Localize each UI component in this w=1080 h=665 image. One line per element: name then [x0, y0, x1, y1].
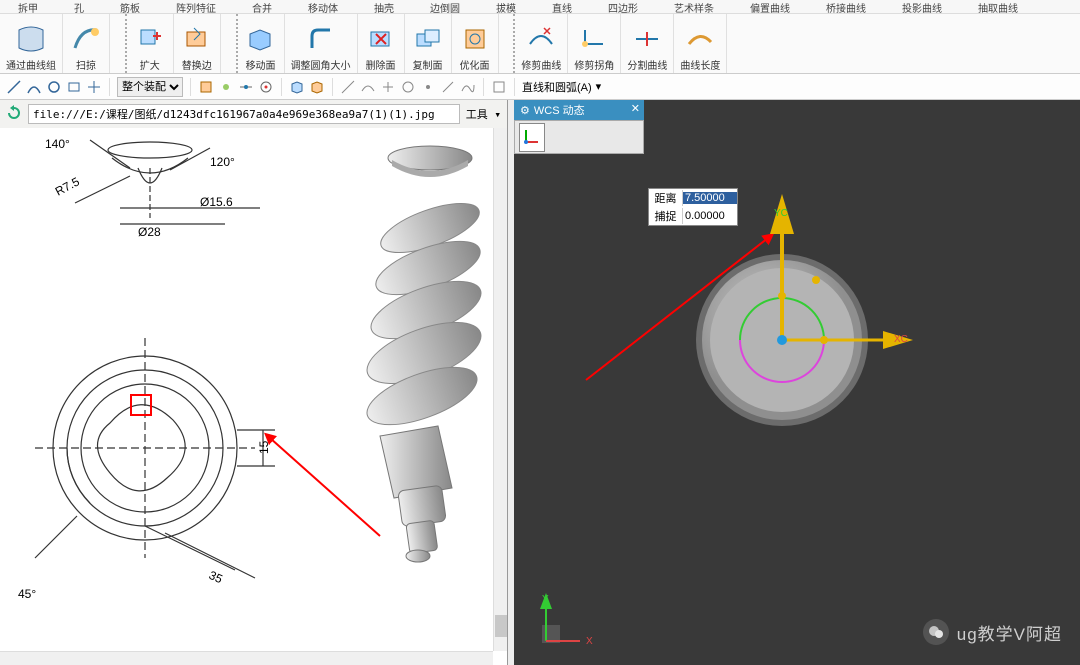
- ribbon-tab[interactable]: 孔: [56, 0, 102, 13]
- ribbon-tab[interactable]: 抽取曲线: [960, 0, 1036, 13]
- vertical-scrollbar[interactable]: [493, 128, 507, 651]
- spline-icon[interactable]: [460, 79, 476, 95]
- ribbon-tab[interactable]: 投影曲线: [884, 0, 960, 13]
- snap-icon[interactable]: [198, 79, 214, 95]
- ribbon-tab[interactable]: 拔模: [478, 0, 534, 13]
- red-annotation-arrow: [0, 128, 494, 648]
- secondary-toolbar: 整个装配 直线和圆弧(A) ▾: [0, 74, 1080, 100]
- circle-tool-icon[interactable]: [46, 79, 62, 95]
- group-separator: [499, 14, 516, 73]
- left-image-viewer: file:///E:/课程/图纸/d1243dfc161967a0a4e969e…: [0, 100, 508, 665]
- cross-tool-icon[interactable]: [86, 79, 102, 95]
- arc-tool-icon[interactable]: [26, 79, 42, 95]
- ribbon-tab[interactable]: 边倒圆: [412, 0, 478, 13]
- model-viewport[interactable]: ⚙ WCS 动态 ✕ 距离 7.50000 捕捉 0.00000: [514, 100, 1080, 665]
- model-canvas[interactable]: [514, 100, 1074, 660]
- split-curve-button[interactable]: 分割曲线: [621, 14, 674, 73]
- file-url-field[interactable]: file:///E:/课程/图纸/d1243dfc161967a0a4e969e…: [28, 104, 460, 124]
- dropdown-icon[interactable]: ▾: [596, 80, 602, 93]
- ribbon-tab[interactable]: 四边形: [590, 0, 656, 13]
- point-icon[interactable]: [420, 79, 436, 95]
- through-curves-button[interactable]: 通过曲线组: [0, 14, 63, 73]
- ribbon-tab-strip: 拆甲 孔 筋板 阵列特征 合并 移动体 抽壳 边倒圆 拔模 直线 四边形 艺术样…: [0, 0, 1080, 14]
- wechat-icon: [923, 619, 949, 645]
- image-path-bar: file:///E:/课程/图纸/d1243dfc161967a0a4e969e…: [0, 100, 507, 128]
- plus-icon[interactable]: [380, 79, 396, 95]
- arc2-icon[interactable]: [360, 79, 376, 95]
- curve-mode-label: 直线和圆弧(A): [522, 79, 592, 95]
- move-face-button[interactable]: 移动面: [238, 14, 285, 73]
- horizontal-scrollbar[interactable]: [0, 651, 493, 665]
- watermark-text: ug教学V阿超: [957, 620, 1062, 645]
- xc-axis-label: XC: [894, 334, 908, 345]
- view-triad: [532, 591, 592, 651]
- ribbon-tab[interactable]: 阵列特征: [158, 0, 234, 13]
- box-icon[interactable]: [289, 79, 305, 95]
- corner-y-label: Y: [542, 594, 549, 605]
- assembly-select[interactable]: 整个装配: [117, 77, 183, 97]
- ribbon: 通过曲线组 扫掠 扩大 替换边 移动面 调整圆角大小 删除面 复制面 优化面 修…: [0, 14, 1080, 74]
- line-tool-icon[interactable]: [6, 79, 22, 95]
- ribbon-tab[interactable]: 拆甲: [0, 0, 56, 13]
- cube-icon[interactable]: [491, 79, 507, 95]
- copy-face-button[interactable]: 复制面: [405, 14, 452, 73]
- ribbon-tab[interactable]: 艺术样条: [656, 0, 732, 13]
- refresh-icon[interactable]: [6, 105, 22, 124]
- trim-curve-button[interactable]: 修剪曲线: [515, 14, 568, 73]
- trim-corner-button[interactable]: 修剪拐角: [568, 14, 621, 73]
- watermark: ug教学V阿超: [923, 619, 1062, 645]
- group-separator: [221, 14, 238, 73]
- tool-dropdown[interactable]: 工具 ▾: [466, 106, 501, 122]
- snap-mid-icon[interactable]: [238, 79, 254, 95]
- corner-x-label: X: [586, 636, 593, 647]
- ribbon-tab[interactable]: 偏置曲线: [732, 0, 808, 13]
- optimize-face-button[interactable]: 优化面: [452, 14, 499, 73]
- sweep-button[interactable]: 扫掠: [63, 14, 110, 73]
- snap-center-icon[interactable]: [258, 79, 274, 95]
- ribbon-tab[interactable]: 合并: [234, 0, 290, 13]
- group-separator: [110, 14, 127, 73]
- yc-axis-label: YC: [774, 208, 788, 219]
- ribbon-tab[interactable]: 直线: [534, 0, 590, 13]
- replace-edge-button[interactable]: 替换边: [174, 14, 221, 73]
- rect-tool-icon[interactable]: [66, 79, 82, 95]
- main-workspace: file:///E:/课程/图纸/d1243dfc161967a0a4e969e…: [0, 100, 1080, 665]
- box2-icon[interactable]: [309, 79, 325, 95]
- ribbon-tab[interactable]: 筋板: [102, 0, 158, 13]
- ribbon-tab[interactable]: 桥接曲线: [808, 0, 884, 13]
- circle2-icon[interactable]: [400, 79, 416, 95]
- enlarge-button[interactable]: 扩大: [127, 14, 174, 73]
- snap-end-icon[interactable]: [218, 79, 234, 95]
- drawing-canvas[interactable]: 140° 120° R7.5 Ø15.6 Ø28: [0, 128, 507, 665]
- ribbon-tab[interactable]: 抽壳: [356, 0, 412, 13]
- line2-icon[interactable]: [340, 79, 356, 95]
- ribbon-tab[interactable]: 移动体: [290, 0, 356, 13]
- resize-fillet-button[interactable]: 调整圆角大小: [285, 14, 358, 73]
- slash-icon[interactable]: [440, 79, 456, 95]
- delete-face-button[interactable]: 删除面: [358, 14, 405, 73]
- curve-length-button[interactable]: 曲线长度: [674, 14, 727, 73]
